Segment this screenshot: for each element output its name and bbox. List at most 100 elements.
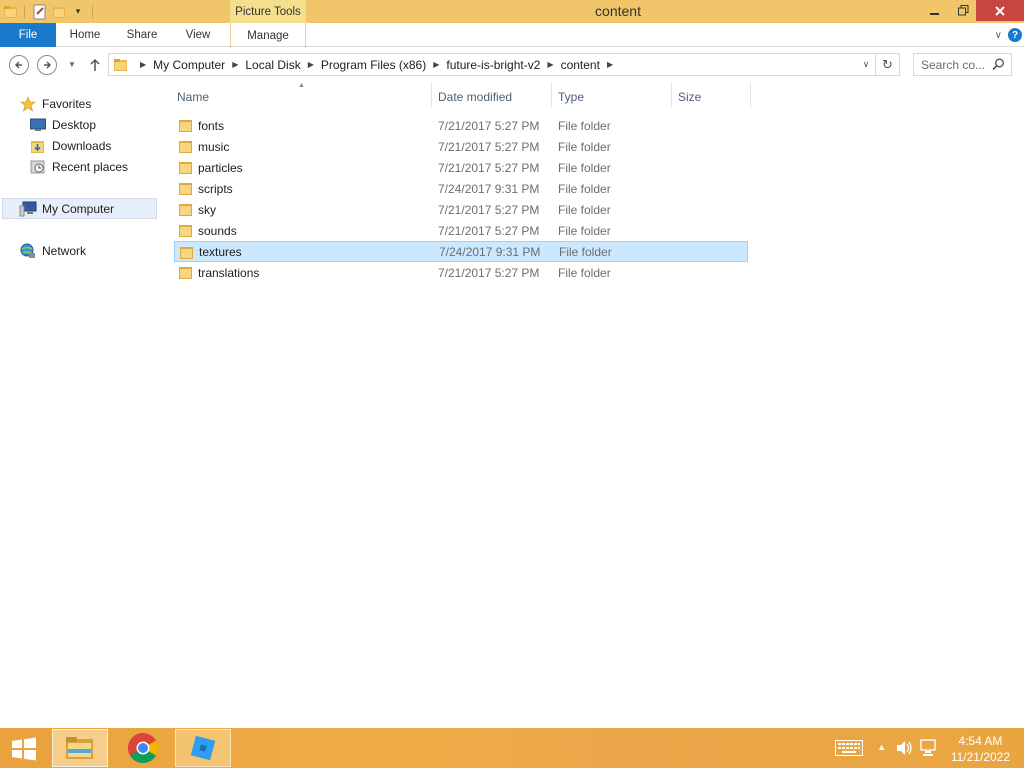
file-name: music xyxy=(198,139,230,154)
breadcrumb-local-disk[interactable]: Local Disk xyxy=(245,58,300,72)
column-divider[interactable] xyxy=(551,82,552,108)
tab-file[interactable]: File xyxy=(0,23,56,47)
file-row-fonts[interactable]: fonts 7/21/2017 5:27 PM File folder xyxy=(174,115,748,136)
search-box[interactable]: Search co... xyxy=(913,53,1012,76)
chevron-right-icon[interactable]: ▶ xyxy=(301,60,321,69)
nav-recent-places-label: Recent places xyxy=(52,159,129,174)
taskbar-chrome[interactable] xyxy=(115,729,171,767)
file-date: 7/21/2017 5:27 PM xyxy=(438,265,540,280)
nav-favorites-label: Favorites xyxy=(42,96,92,111)
nav-recent-places[interactable]: Recent places xyxy=(29,156,128,177)
start-button[interactable] xyxy=(10,737,38,761)
folder-icon xyxy=(179,203,193,219)
file-date: 7/21/2017 5:27 PM xyxy=(438,139,540,154)
file-type: File folder xyxy=(558,181,611,196)
chevron-right-icon[interactable]: ▶ xyxy=(600,60,620,69)
desktop-icon xyxy=(29,117,47,133)
file-type: File folder xyxy=(558,265,611,280)
close-button[interactable] xyxy=(976,0,1024,21)
chevron-right-icon[interactable]: ▶ xyxy=(540,60,560,69)
nav-network[interactable]: Network xyxy=(19,240,86,261)
file-name: fonts xyxy=(198,118,225,133)
nav-desktop-label: Desktop xyxy=(52,117,97,132)
breadcrumb-my-computer[interactable]: My Computer xyxy=(153,58,225,72)
file-row-sounds[interactable]: sounds 7/21/2017 5:27 PM File folder xyxy=(174,220,748,241)
volume-icon[interactable] xyxy=(896,740,914,759)
address-dropdown-icon[interactable]: ∨ xyxy=(859,54,873,75)
column-divider[interactable] xyxy=(671,82,672,108)
network-status-icon[interactable] xyxy=(920,739,938,760)
breadcrumb-content[interactable]: content xyxy=(561,58,600,72)
chevron-right-icon[interactable]: ▶ xyxy=(225,60,245,69)
recent-locations-dropdown[interactable]: ▼ xyxy=(66,57,78,71)
sort-ascending-icon: ▲ xyxy=(298,82,305,89)
tab-home[interactable]: Home xyxy=(60,23,110,47)
column-divider[interactable] xyxy=(750,82,751,108)
folder-icon xyxy=(179,224,193,240)
minimize-button[interactable] xyxy=(918,0,952,21)
up-button[interactable] xyxy=(86,55,104,75)
file-date: 7/24/2017 9:31 PM xyxy=(438,181,540,196)
tab-share[interactable]: Share xyxy=(117,23,167,47)
title-bar: ▾ Picture Tools content xyxy=(0,0,1024,23)
column-header-size[interactable]: Size xyxy=(678,89,701,105)
column-divider[interactable] xyxy=(431,82,432,108)
file-name: sounds xyxy=(198,223,237,238)
tab-view[interactable]: View xyxy=(174,23,222,47)
file-name: particles xyxy=(198,160,243,175)
file-name: translations xyxy=(198,265,260,280)
file-row-translations[interactable]: translations 7/21/2017 5:27 PM File fold… xyxy=(174,262,748,283)
qat-divider xyxy=(92,4,93,19)
column-header-name[interactable]: Name xyxy=(177,89,209,105)
folder-icon xyxy=(179,119,193,135)
nav-my-computer[interactable]: My Computer xyxy=(2,198,157,219)
forward-button[interactable] xyxy=(37,55,57,75)
folder-app-icon xyxy=(0,0,22,23)
qat-customize-icon[interactable]: ▾ xyxy=(70,0,86,23)
column-header-type[interactable]: Type xyxy=(558,89,584,105)
computer-icon xyxy=(19,201,37,217)
nav-network-label: Network xyxy=(42,243,87,258)
back-button[interactable] xyxy=(9,55,29,75)
clock[interactable]: 4:54 AM 11/21/2022 xyxy=(951,733,1010,765)
ribbon-tabs: File Home Share View Manage ∨ ? xyxy=(0,23,1024,48)
touch-keyboard-icon[interactable] xyxy=(835,740,863,759)
address-bar[interactable]: ▶ My Computer ▶ Local Disk ▶ Program Fil… xyxy=(108,53,876,76)
chevron-right-icon[interactable]: ▶ xyxy=(133,60,153,69)
taskbar-file-explorer[interactable] xyxy=(52,729,108,767)
file-date: 7/21/2017 5:27 PM xyxy=(438,223,540,238)
breadcrumb-program-files[interactable]: Program Files (x86) xyxy=(321,58,426,72)
file-row-particles[interactable]: particles 7/21/2017 5:27 PM File folder xyxy=(174,157,748,178)
folder-icon xyxy=(179,161,193,177)
show-hidden-icons-icon[interactable]: ▲ xyxy=(877,742,886,752)
breadcrumb: ▶ My Computer ▶ Local Disk ▶ Program Fil… xyxy=(133,54,620,75)
refresh-button[interactable]: ↻ xyxy=(876,53,900,76)
taskbar-roblox-studio[interactable] xyxy=(175,729,231,767)
folder-icon xyxy=(179,266,193,282)
tab-manage[interactable]: Manage xyxy=(230,23,306,48)
nav-downloads[interactable]: Downloads xyxy=(29,135,111,156)
new-folder-icon[interactable] xyxy=(50,0,70,23)
file-row-textures[interactable]: textures 7/24/2017 9:31 PM File folder xyxy=(174,241,748,262)
folder-icon xyxy=(179,140,193,156)
downloads-icon xyxy=(29,138,47,154)
file-row-sky[interactable]: sky 7/21/2017 5:27 PM File folder xyxy=(174,199,748,220)
file-row-music[interactable]: music 7/21/2017 5:27 PM File folder xyxy=(174,136,748,157)
file-row-scripts[interactable]: scripts 7/24/2017 9:31 PM File folder xyxy=(174,178,748,199)
column-header-date[interactable]: Date modified xyxy=(438,89,512,105)
help-icon[interactable]: ? xyxy=(1008,28,1022,42)
navigation-pane: Favorites Desktop Downloads Recent place… xyxy=(0,82,160,728)
breadcrumb-future-is-bright[interactable]: future-is-bright-v2 xyxy=(446,58,540,72)
nav-desktop[interactable]: Desktop xyxy=(29,114,96,135)
nav-favorites[interactable]: Favorites xyxy=(19,93,91,114)
restore-button[interactable] xyxy=(952,0,974,21)
file-date: 7/21/2017 5:27 PM xyxy=(438,160,540,175)
file-type: File folder xyxy=(558,160,611,175)
chevron-right-icon[interactable]: ▶ xyxy=(426,60,446,69)
properties-icon[interactable] xyxy=(30,0,50,23)
clock-date: 11/21/2022 xyxy=(950,750,1010,764)
search-icon xyxy=(992,58,1005,74)
file-explorer-icon xyxy=(66,737,93,759)
roblox-studio-icon xyxy=(190,735,216,761)
expand-ribbon-icon[interactable]: ∨ xyxy=(995,30,1002,41)
